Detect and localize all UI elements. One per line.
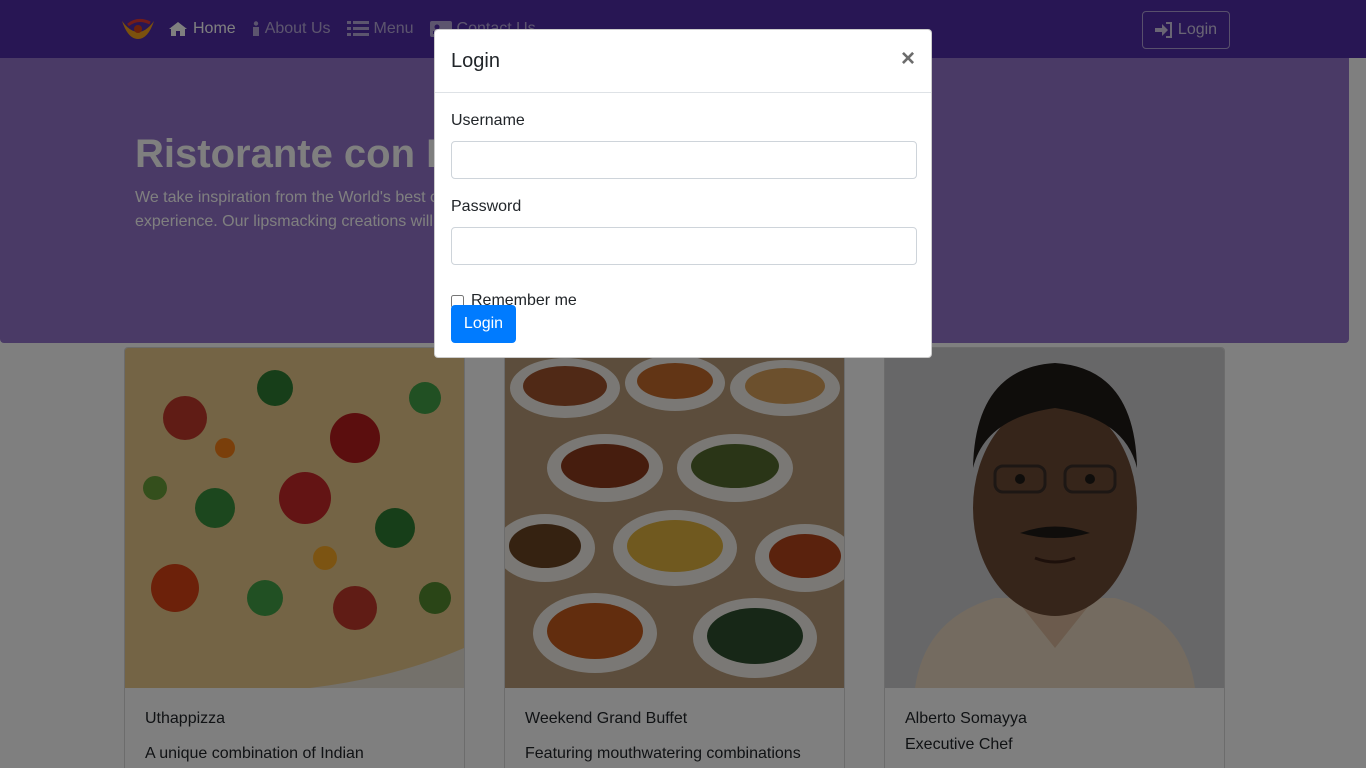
username-label: Username (451, 112, 525, 129)
password-input[interactable] (451, 227, 917, 265)
login-submit-button[interactable]: Login (451, 305, 516, 343)
password-label: Password (451, 198, 522, 215)
login-modal: Login × Username Password Remember me Lo… (434, 29, 932, 358)
modal-header: Login × (435, 30, 931, 93)
close-icon[interactable]: × (901, 47, 915, 71)
username-input[interactable] (451, 141, 917, 179)
modal-title: Login (451, 50, 500, 72)
